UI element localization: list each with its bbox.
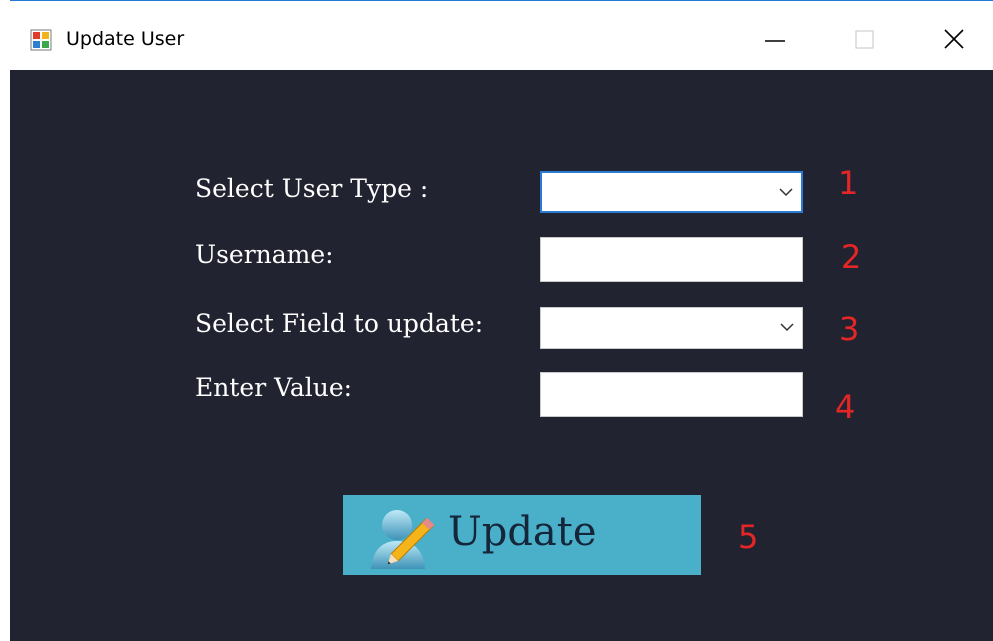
close-icon	[944, 29, 964, 49]
update-button-label: Update	[448, 509, 597, 555]
annotation-4: 4	[835, 388, 856, 426]
update-button[interactable]: Update	[343, 495, 701, 575]
annotation-3: 3	[839, 310, 860, 348]
username-input[interactable]	[540, 237, 803, 282]
title-bar[interactable]: Update User	[10, 2, 993, 70]
close-button[interactable]	[915, 2, 993, 70]
value-input[interactable]	[540, 372, 803, 417]
maximize-icon	[855, 30, 874, 49]
form-app-icon	[30, 29, 52, 51]
username-label: Username:	[195, 240, 334, 269]
update-user-window: Update User Select User Type : 1 Usernam…	[10, 0, 993, 641]
field-to-update-label: Select Field to update:	[195, 309, 484, 338]
user-type-dropdown[interactable]	[540, 171, 803, 213]
minimize-icon	[765, 40, 785, 42]
user-type-label: Select User Type :	[195, 174, 429, 203]
form-body: Select User Type : 1 Username: 2 Select …	[10, 70, 993, 641]
annotation-2: 2	[841, 238, 862, 276]
field-to-update-dropdown[interactable]	[540, 307, 803, 349]
annotation-1: 1	[838, 164, 859, 202]
chevron-down-icon	[779, 188, 793, 197]
enter-value-label: Enter Value:	[195, 373, 353, 402]
user-edit-icon	[371, 510, 435, 569]
maximize-button[interactable]	[825, 2, 905, 70]
window-title: Update User	[66, 28, 185, 50]
minimize-button[interactable]	[735, 2, 815, 70]
chevron-down-icon	[780, 323, 794, 332]
annotation-5: 5	[738, 518, 759, 556]
